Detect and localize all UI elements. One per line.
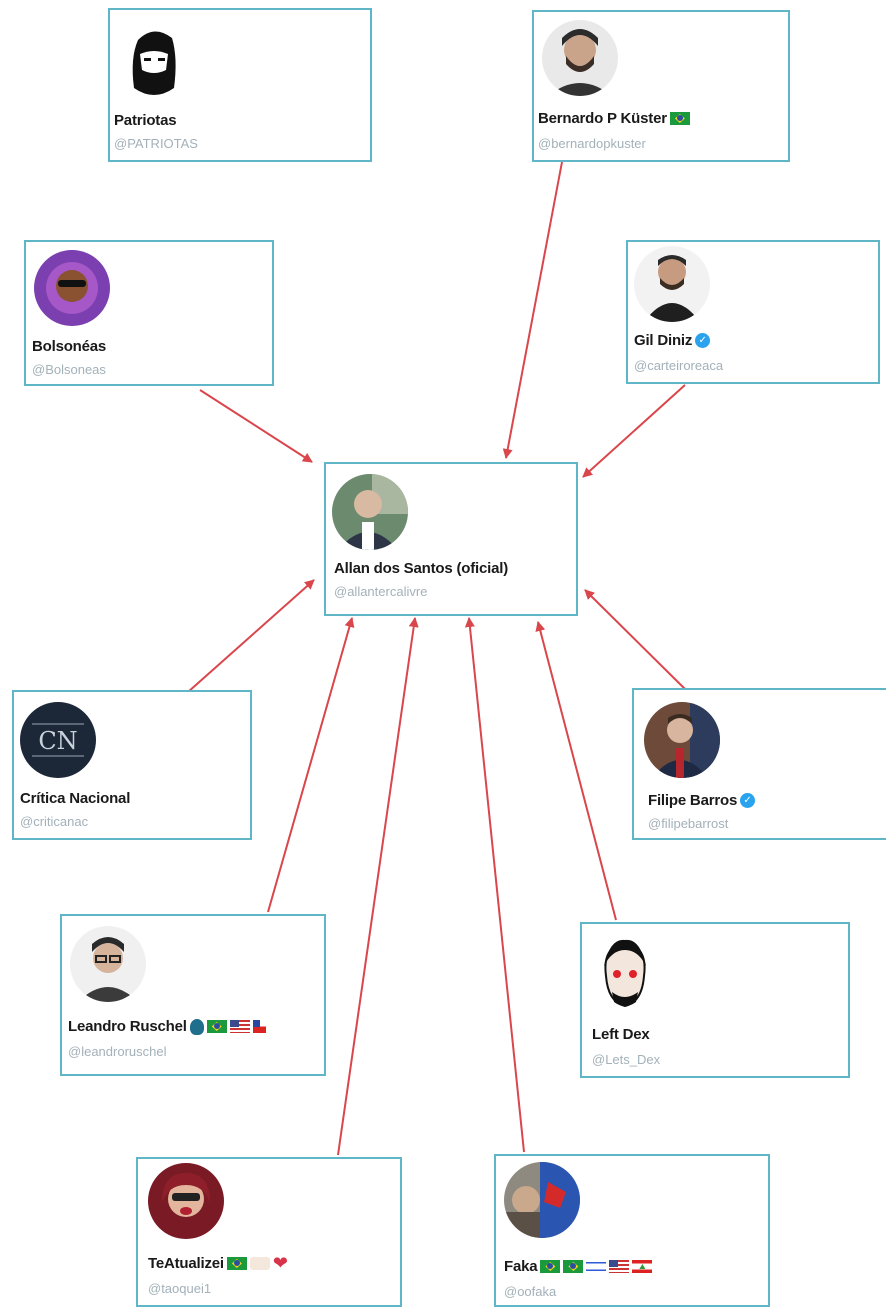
account-name: Filipe Barros bbox=[648, 792, 738, 809]
account-handle: @taoquei1 bbox=[148, 1281, 212, 1296]
account-handle: @filipebarrost bbox=[648, 816, 729, 831]
account-name: Allan dos Santos (oficial) bbox=[334, 560, 508, 577]
avatar bbox=[504, 1162, 580, 1238]
account-card-faka[interactable]: Faka @oofaka bbox=[494, 1154, 770, 1307]
account-card-leandro[interactable]: Leandro Ruschel @leandroruschel bbox=[60, 914, 326, 1076]
account-card-allan[interactable]: Allan dos Santos (oficial) @allantercali… bbox=[324, 462, 578, 616]
lebanon-flag-icon bbox=[632, 1260, 653, 1273]
account-name: Bolsonéas bbox=[32, 338, 107, 355]
israel-flag-icon bbox=[586, 1260, 607, 1273]
account-name: Gil Diniz bbox=[634, 332, 693, 349]
arrow-filipe bbox=[584, 589, 687, 691]
account-card-kuster[interactable]: Bernardo P Küster @bernardopkuster bbox=[532, 10, 790, 162]
account-card-teatualizei[interactable]: TeAtualizei ❤ @taoquei1 bbox=[136, 1157, 402, 1307]
name-row: Faka bbox=[504, 1258, 653, 1275]
speaking-head-icon bbox=[189, 1018, 204, 1035]
account-card-gil[interactable]: Gil Diniz ✓ @carteiroreaca bbox=[626, 240, 880, 384]
avatar bbox=[644, 702, 720, 778]
account-handle: @PATRIOTAS bbox=[114, 136, 198, 151]
brazil-flag-icon bbox=[540, 1260, 561, 1273]
verified-badge-icon: ✓ bbox=[695, 333, 711, 348]
brazil-flag-icon bbox=[226, 1257, 247, 1270]
account-handle: @carteiroreaca bbox=[634, 358, 724, 373]
account-card-bolsoneas[interactable]: Bolsonéas @Bolsoneas bbox=[24, 240, 274, 386]
arrow-faka bbox=[464, 617, 525, 1153]
arrow-critica bbox=[187, 579, 315, 693]
account-name: Left Dex bbox=[592, 1026, 650, 1043]
name-row: Bernardo P Küster bbox=[538, 110, 690, 127]
account-handle: @criticanac bbox=[20, 814, 89, 829]
arrow-teatualizei bbox=[337, 617, 419, 1156]
brazil-flag-icon bbox=[669, 112, 690, 125]
avatar bbox=[34, 250, 110, 326]
arrow-bolsoneas bbox=[199, 389, 313, 463]
avatar bbox=[120, 18, 188, 102]
avatar bbox=[70, 926, 146, 1002]
name-row: Filipe Barros ✓ bbox=[648, 792, 756, 809]
arrow-leftdex bbox=[535, 621, 617, 921]
account-handle: @oofaka bbox=[504, 1284, 557, 1299]
avatar bbox=[332, 474, 408, 550]
account-handle: @Bolsoneas bbox=[32, 362, 106, 377]
avatar bbox=[634, 246, 710, 322]
heart-icon: ❤ bbox=[272, 1253, 288, 1273]
account-name: TeAtualizei bbox=[148, 1255, 224, 1272]
name-row: TeAtualizei ❤ bbox=[148, 1253, 288, 1273]
arrow-kuster bbox=[502, 161, 563, 459]
account-card-filipe[interactable]: Filipe Barros ✓ @filipebarrost bbox=[632, 688, 886, 840]
account-name: Crítica Nacional bbox=[20, 790, 131, 807]
us-flag-icon bbox=[609, 1260, 630, 1273]
name-row: Leandro Ruschel bbox=[68, 1018, 266, 1035]
name-row: Gil Diniz ✓ bbox=[634, 332, 711, 349]
critica-logo-text: CN bbox=[38, 727, 77, 755]
account-handle: @bernardopkuster bbox=[538, 136, 646, 151]
account-name: Bernardo P Küster bbox=[538, 110, 667, 127]
brazil-flag-icon bbox=[563, 1260, 584, 1273]
verified-badge-icon: ✓ bbox=[740, 793, 756, 808]
account-name: Patriotas bbox=[114, 112, 177, 129]
connection-arrows bbox=[187, 161, 687, 1156]
chile-flag-icon bbox=[252, 1020, 266, 1033]
avatar bbox=[590, 936, 660, 1016]
account-handle: @leandroruschel bbox=[68, 1044, 167, 1059]
account-name: Leandro Ruschel bbox=[68, 1018, 187, 1035]
account-name: Faka bbox=[504, 1258, 538, 1275]
account-handle: @allantercalivre bbox=[334, 584, 428, 599]
avatar: CN bbox=[20, 702, 96, 778]
account-card-critica[interactable]: CN Crítica Nacional @criticanac bbox=[12, 690, 252, 840]
avatar bbox=[542, 20, 618, 96]
account-handle: @Lets_Dex bbox=[592, 1052, 661, 1067]
arrow-leandro bbox=[267, 617, 355, 913]
us-flag-icon bbox=[229, 1020, 250, 1033]
account-card-patriotas[interactable]: Patriotas @PATRIOTAS bbox=[108, 8, 372, 162]
arrow-gil bbox=[582, 384, 686, 478]
hand-emoji-icon bbox=[249, 1257, 270, 1270]
avatar bbox=[148, 1163, 224, 1239]
account-card-leftdex[interactable]: Left Dex @Lets_Dex bbox=[580, 922, 850, 1078]
brazil-flag-icon bbox=[206, 1020, 227, 1033]
